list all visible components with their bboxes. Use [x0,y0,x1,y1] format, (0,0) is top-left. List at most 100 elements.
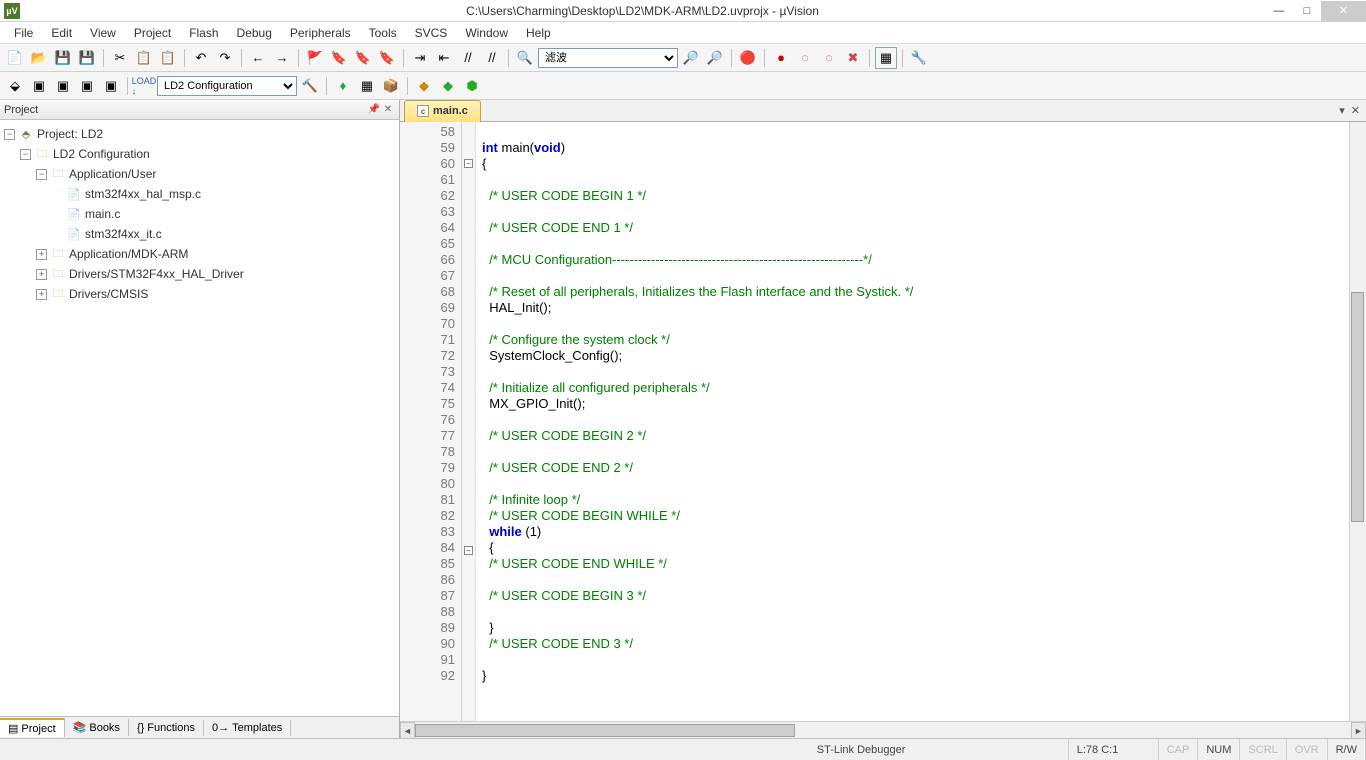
new-file-icon[interactable]: 📄 [4,47,26,69]
c-file-icon: 📄 [66,207,82,221]
save-all-icon[interactable]: 💾 [76,47,98,69]
expand-icon[interactable]: + [36,249,47,260]
nav-fwd-icon[interactable]: → [271,47,293,69]
tree-label: Drivers/STM32F4xx_HAL_Driver [69,267,244,281]
editor-menu-icon[interactable]: ▾ [1339,104,1345,117]
manage-rte2-icon[interactable]: ◆ [437,75,459,97]
manage-rte3-icon[interactable]: ⬢ [461,75,483,97]
redo-icon[interactable]: ↷ [214,47,236,69]
tree-group-drv-hal[interactable]: + 🗀 Drivers/STM32F4xx_HAL_Driver [2,264,397,284]
breakpoint-disable-icon[interactable]: ○ [818,47,840,69]
code-text[interactable]: int main(void){ /* USER CODE BEGIN 1 */ … [476,122,1366,721]
copy-icon[interactable]: 📋 [133,47,155,69]
uncomment-icon[interactable]: // [481,47,503,69]
minimize-button[interactable]: — [1265,1,1293,21]
select-packs-icon[interactable]: ▦ [356,75,378,97]
tree-project-root[interactable]: − ⬘ Project: LD2 [2,124,397,144]
paste-icon[interactable]: 📋 [157,47,179,69]
stop-build-icon[interactable]: ▣ [100,75,122,97]
window-layout-icon[interactable]: ▦ [875,47,897,69]
batch-build-icon[interactable]: ▣ [76,75,98,97]
tree-group-drv-cmsis[interactable]: + 🗀 Drivers/CMSIS [2,284,397,304]
comment-icon[interactable]: // [457,47,479,69]
outdent-icon[interactable]: ⇤ [433,47,455,69]
tab-project[interactable]: ▤Project [0,718,65,737]
find-in-files-icon[interactable]: 🔍 [514,47,536,69]
collapse-icon[interactable]: − [36,169,47,180]
tree-file[interactable]: 📄 main.c [2,204,397,224]
menu-window[interactable]: Window [457,24,516,42]
breakpoint-insert-icon[interactable]: ● [770,47,792,69]
bookmark-clear-icon[interactable]: 🔖 [376,47,398,69]
folder-icon: 🗀 [50,287,66,301]
bookmark-icon[interactable]: 🚩 [304,47,326,69]
nav-back-icon[interactable]: ← [247,47,269,69]
scrollbar-thumb[interactable] [1351,292,1364,522]
menu-edit[interactable]: Edit [43,24,80,42]
scroll-left-icon[interactable]: ◄ [400,722,415,739]
status-num: NUM [1198,739,1240,760]
cut-icon[interactable]: ✂ [109,47,131,69]
translate-icon[interactable]: ⬙ [4,75,26,97]
menu-view[interactable]: View [82,24,124,42]
tree-group-app-user[interactable]: − 🗀 Application/User [2,164,397,184]
tree-label: stm32f4xx_it.c [85,227,162,241]
tree-label: stm32f4xx_hal_msp.c [85,187,201,201]
fold-column[interactable]: − − [462,122,476,721]
debug-start-icon[interactable]: 🔴 [737,47,759,69]
menu-svcs[interactable]: SVCS [407,24,456,42]
undo-icon[interactable]: ↶ [190,47,212,69]
tree-label: Project: LD2 [37,127,103,141]
breakpoint-kill-icon[interactable]: ✖ [842,47,864,69]
project-tree[interactable]: − ⬘ Project: LD2 − 🗀 LD2 Configuration −… [0,120,399,716]
scroll-right-icon[interactable]: ► [1351,722,1366,739]
project-panel-title: Project [4,104,367,116]
configure-icon[interactable]: 🔧 [908,47,930,69]
menu-flash[interactable]: Flash [181,24,226,42]
manage-rte-icon[interactable]: ◆ [413,75,435,97]
pack-installer-icon[interactable]: 📦 [380,75,402,97]
open-file-icon[interactable]: 📂 [28,47,50,69]
bookmark-next-icon[interactable]: 🔖 [352,47,374,69]
find-icon[interactable]: 🔎 [680,47,702,69]
horizontal-scrollbar[interactable]: ◄ ► [400,721,1366,738]
save-icon[interactable]: 💾 [52,47,74,69]
tab-books[interactable]: 📚Books [65,719,129,736]
target-combo[interactable]: LD2 Configuration [157,76,297,96]
expand-icon[interactable]: + [36,289,47,300]
breakpoint-enable-icon[interactable]: ○ [794,47,816,69]
collapse-icon[interactable]: − [4,129,15,140]
vertical-scrollbar[interactable] [1349,122,1366,721]
tab-templates[interactable]: 0→Templates [204,720,291,736]
menu-project[interactable]: Project [126,24,179,42]
tree-file[interactable]: 📄 stm32f4xx_it.c [2,224,397,244]
rebuild-icon[interactable]: ▣ [52,75,74,97]
tree-group-app-mdk[interactable]: + 🗀 Application/MDK-ARM [2,244,397,264]
build-icon[interactable]: ▣ [28,75,50,97]
menu-debug[interactable]: Debug [229,24,280,42]
download-icon[interactable]: LOAD↓ [133,75,155,97]
editor-close-icon[interactable]: ✕ [1351,104,1360,117]
tree-target[interactable]: − 🗀 LD2 Configuration [2,144,397,164]
panel-close-icon[interactable]: ✕ [381,104,395,115]
incremental-find-icon[interactable]: 🔎 [704,47,726,69]
bookmark-prev-icon[interactable]: 🔖 [328,47,350,69]
tab-functions[interactable]: {}Functions [129,720,204,736]
scrollbar-thumb[interactable] [415,724,795,737]
maximize-button[interactable]: □ [1293,1,1321,21]
collapse-icon[interactable]: − [20,149,31,160]
pin-icon[interactable]: 📌 [367,104,381,115]
menu-tools[interactable]: Tools [361,24,405,42]
indent-icon[interactable]: ⇥ [409,47,431,69]
code-editor[interactable]: 5859606162636465666768697071727374757677… [400,122,1366,721]
target-options-icon[interactable]: 🔨 [299,75,321,97]
tree-file[interactable]: 📄 stm32f4xx_hal_msp.c [2,184,397,204]
expand-icon[interactable]: + [36,269,47,280]
find-combo[interactable]: 滤波 [538,48,678,68]
close-button[interactable]: ✕ [1321,1,1366,21]
manage-components-icon[interactable]: ♦ [332,75,354,97]
menu-peripherals[interactable]: Peripherals [282,24,359,42]
menu-file[interactable]: File [6,24,41,42]
editor-tab-main-c[interactable]: c main.c [404,100,481,122]
menu-help[interactable]: Help [518,24,559,42]
